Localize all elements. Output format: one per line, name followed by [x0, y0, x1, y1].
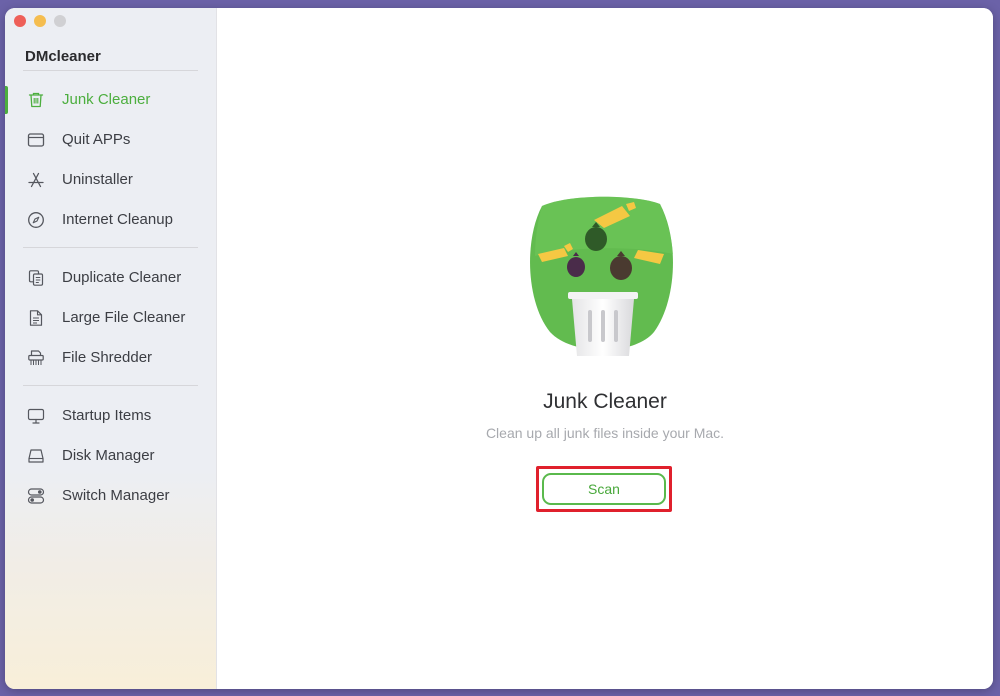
- app-name: DMcleaner: [25, 48, 101, 65]
- window-controls: [14, 15, 66, 27]
- sidebar-item-file-shredder[interactable]: File Shredder: [5, 341, 216, 375]
- sidebar-item-label: Disk Manager: [62, 447, 155, 464]
- sidebar-item-quit-apps[interactable]: Quit APPs: [5, 123, 216, 157]
- disk-icon: [28, 449, 44, 463]
- sidebar-item-duplicate-cleaner[interactable]: Duplicate Cleaner: [5, 261, 216, 295]
- sidebar-item-uninstaller[interactable]: Uninstaller: [5, 163, 216, 197]
- sidebar-item-label: Switch Manager: [62, 487, 170, 504]
- page-title: Junk Cleaner: [543, 390, 667, 413]
- zoom-window-button[interactable]: [54, 15, 66, 27]
- sidebar-item-label: Uninstaller: [62, 171, 133, 188]
- active-indicator: [5, 86, 8, 114]
- sidebar-divider: [23, 247, 198, 248]
- sidebar-item-label: File Shredder: [62, 349, 153, 366]
- sidebar-item-label: Startup Items: [62, 407, 152, 424]
- sidebar-item-internet-cleanup[interactable]: Internet Cleanup: [5, 203, 216, 237]
- sidebar-item-label: Large File Cleaner: [62, 309, 186, 326]
- sidebar-item-large-file-cleaner[interactable]: Large File Cleaner: [5, 301, 216, 335]
- toggle-switch-icon: [27, 488, 45, 504]
- sidebar-divider: [23, 385, 198, 386]
- sidebar-item-disk-manager[interactable]: Disk Manager: [5, 439, 216, 473]
- main-content: Junk Cleaner Clean up all junk files ins…: [217, 8, 993, 689]
- document-icon: [29, 310, 43, 326]
- sidebar-item-label: Quit APPs: [62, 131, 131, 148]
- monitor-icon: [27, 408, 45, 424]
- sidebar-item-label: Duplicate Cleaner: [62, 269, 182, 286]
- app-store-icon: [28, 172, 44, 188]
- sidebar-divider: [23, 70, 198, 71]
- shredder-icon: [28, 350, 44, 365]
- sidebar-item-switch-manager[interactable]: Switch Manager: [5, 479, 216, 513]
- app-window: DMcleaner Junk Cleaner Quit APPs Uninsta…: [5, 8, 993, 689]
- sidebar-item-junk-cleaner[interactable]: Junk Cleaner: [5, 83, 216, 117]
- scan-button[interactable]: Scan: [542, 473, 666, 505]
- window-icon: [27, 133, 45, 147]
- minimize-window-button[interactable]: [34, 15, 46, 27]
- sidebar-item-label: Junk Cleaner: [62, 91, 151, 108]
- sidebar: DMcleaner Junk Cleaner Quit APPs Uninsta…: [5, 8, 217, 689]
- sidebar-item-startup-items[interactable]: Startup Items: [5, 399, 216, 433]
- sidebar-item-label: Internet Cleanup: [62, 211, 173, 228]
- duplicate-files-icon: [28, 270, 44, 286]
- close-window-button[interactable]: [14, 15, 26, 27]
- junk-cleaner-illustration: [530, 196, 673, 356]
- trash-icon: [28, 92, 44, 108]
- compass-icon: [28, 212, 44, 228]
- page-subtitle: Clean up all junk files inside your Mac.: [485, 425, 725, 441]
